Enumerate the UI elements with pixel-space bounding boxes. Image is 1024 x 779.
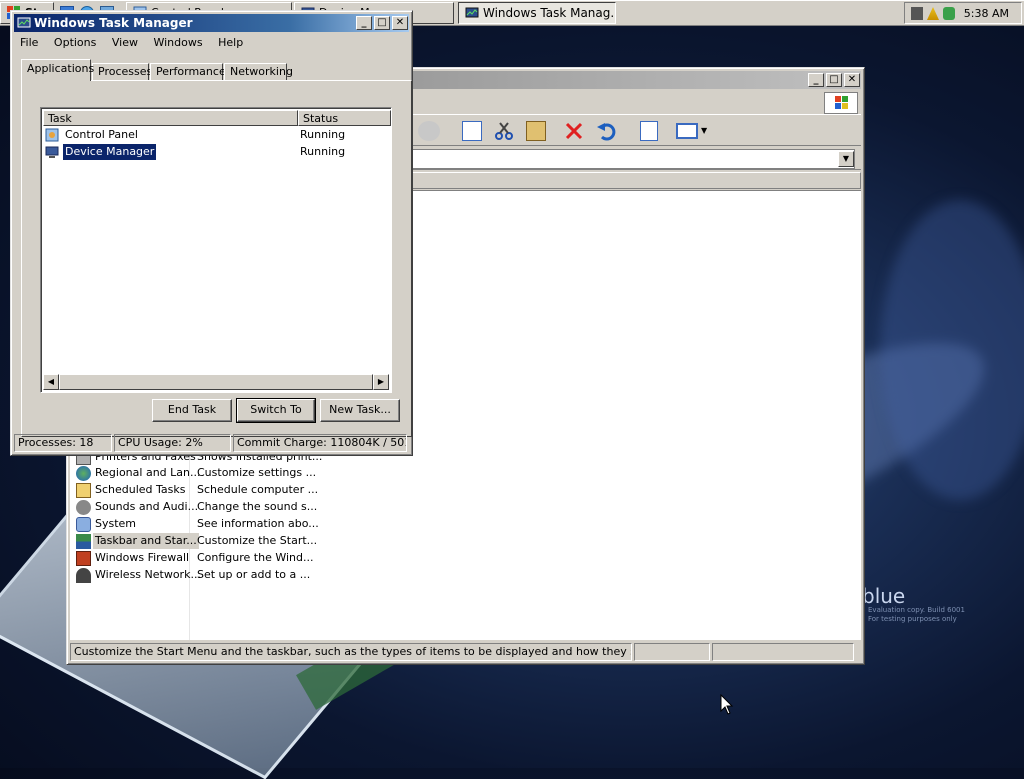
folders-icon[interactable] [418,121,440,141]
maximize-button[interactable]: □ [826,73,842,87]
status-cell [712,643,854,661]
taskbar-button-task-manager[interactable]: Windows Task Manag... [458,2,616,24]
firewall-icon [76,551,91,566]
tab-networking[interactable]: Networking [224,63,293,81]
menu-view[interactable]: View [106,33,144,52]
task-manager-icon [465,7,479,18]
task-status: Running [300,128,346,141]
properties-icon[interactable] [640,121,658,141]
taskbar-button-label: Windows Task Manag... [483,6,616,20]
minimize-button[interactable]: _ [356,16,372,30]
paste-icon[interactable] [526,121,546,141]
system-icon [76,517,91,532]
processes-count: Processes: 18 [14,434,112,452]
task-status: Running [300,145,346,158]
table-row[interactable]: Device Manager Running [45,143,385,161]
address-dropdown-button[interactable]: ▼ [838,151,854,167]
column-header-task[interactable]: Task [43,110,298,126]
task-manager-window: Windows Task Manager _ □ ✕ File Options … [10,10,413,456]
cpu-usage: CPU Usage: 2% [114,434,231,452]
copy-icon[interactable] [462,121,482,141]
taskbar-icon [76,534,91,549]
column-header-status[interactable]: Status [298,110,391,126]
control-panel-statusbar: Customize the Start Menu and the taskbar… [70,643,861,661]
task-list[interactable]: Task Status Control Panel Running Device… [40,107,392,393]
device-manager-icon [45,146,59,158]
menu-help[interactable]: Help [212,33,249,52]
menu-windows[interactable]: Windows [147,33,208,52]
status-text: Customize the Start Menu and the taskbar… [70,643,632,661]
wireless-icon [76,568,91,583]
system-tray: 5:38 AM [904,2,1022,24]
sound-icon [76,500,91,515]
cut-icon[interactable] [494,121,514,141]
end-task-button[interactable]: End Task [152,399,232,422]
menu-file[interactable]: File [14,33,44,52]
scroll-left-button[interactable]: ◀ [43,374,59,390]
close-button[interactable]: ✕ [844,73,860,87]
task-name: Device Manager [61,143,158,161]
delete-icon[interactable] [564,121,584,141]
applications-panel: Task Status Control Panel Running Device… [21,80,412,437]
commit-charge: Commit Charge: 110804K / 50118 [233,434,407,452]
windows-logo-icon [824,92,858,114]
menu-bar: File Options View Windows Help [14,33,409,53]
task-manager-icon [17,17,31,28]
desktop-build-text: Evaluation copy. Build 6001 For testing … [868,606,965,623]
clock[interactable]: 5:38 AM [964,7,1009,20]
status-cell [634,643,710,661]
new-task-button[interactable]: New Task... [320,399,400,422]
task-manager-titlebar[interactable]: Windows Task Manager _ □ ✕ [14,14,409,32]
scroll-thumb[interactable] [59,374,373,390]
tab-performance[interactable]: Performance [150,63,226,81]
switch-to-button[interactable]: Switch To [236,398,316,423]
minimize-button[interactable]: _ [808,73,824,87]
task-name: Control Panel [65,128,138,141]
task-list-header: Task Status [43,110,391,126]
close-button[interactable]: ✕ [392,16,408,30]
control-panel-icon [45,128,59,142]
tray-security-icon[interactable] [943,7,955,20]
undo-icon[interactable] [596,121,618,141]
horizontal-scrollbar[interactable]: ◀ ▶ [43,374,389,390]
window-title: Windows Task Manager [34,16,193,30]
globe-icon [76,466,91,481]
tray-warning-icon[interactable] [927,7,939,20]
views-icon[interactable] [676,123,698,139]
desktop-brand-text: blue [862,584,906,608]
tray-network-icon[interactable] [911,7,923,20]
task-manager-statusbar: Processes: 18 CPU Usage: 2% Commit Charg… [14,434,409,452]
views-dropdown-icon[interactable]: ▼ [701,126,707,135]
tab-processes[interactable]: Processes [92,63,152,81]
table-row[interactable]: Control Panel Running [45,127,385,144]
scroll-right-button[interactable]: ▶ [373,374,389,390]
maximize-button[interactable]: □ [374,16,390,30]
tab-applications[interactable]: Applications [21,59,94,81]
scheduled-tasks-icon [76,483,91,498]
menu-options[interactable]: Options [48,33,102,52]
mouse-cursor-icon [720,694,734,715]
